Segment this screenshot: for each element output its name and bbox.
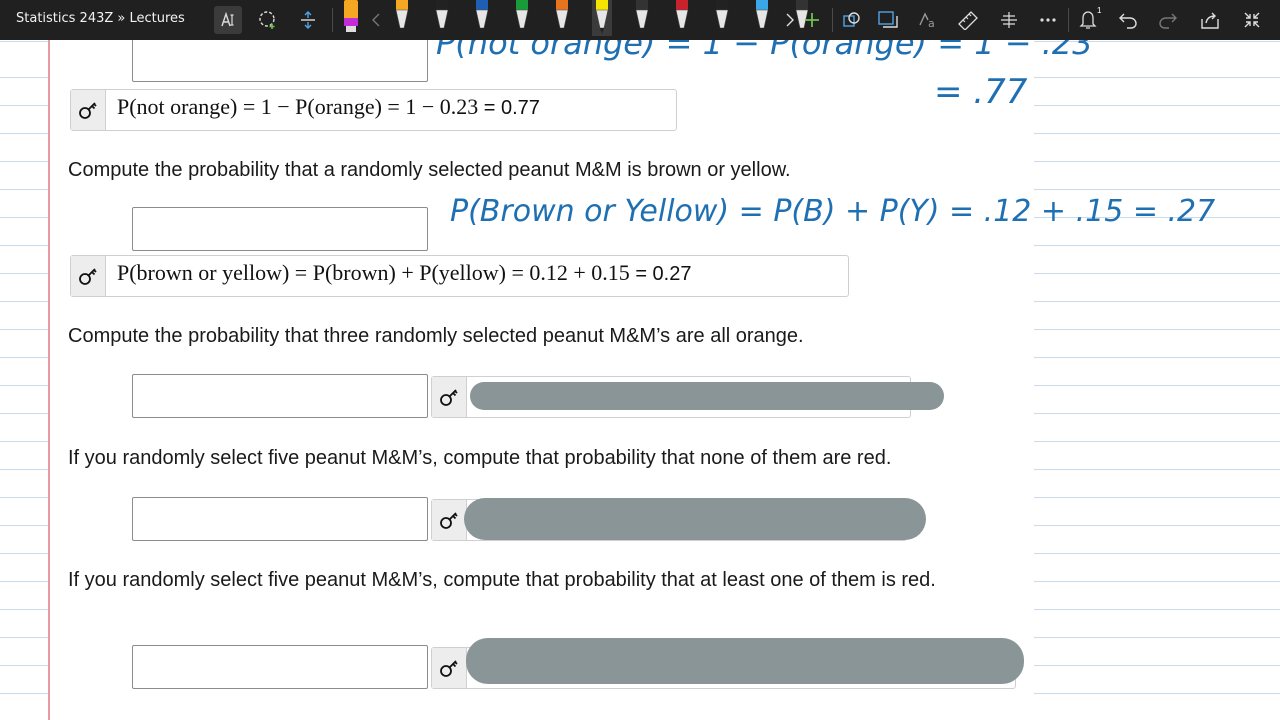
add-pen-icon[interactable] bbox=[798, 6, 826, 34]
question-at-least-one-red: If you randomly select five peanut M&M’s… bbox=[68, 569, 936, 591]
pen-icon[interactable] bbox=[392, 0, 412, 36]
key-icon[interactable] bbox=[432, 500, 467, 540]
pen-icon[interactable] bbox=[432, 0, 452, 36]
pen-icon[interactable] bbox=[512, 0, 532, 36]
breadcrumb[interactable]: Statistics 243Z » Lectures bbox=[16, 11, 185, 26]
key-icon[interactable] bbox=[71, 90, 106, 130]
pen-icon[interactable] bbox=[592, 0, 612, 36]
answer-key-not-orange: P(not orange) = 1 − P(orange) = 1 − 0.23… bbox=[70, 89, 677, 131]
formula-not-orange: P(not orange) = 1 − P(orange) = 1 − 0.23… bbox=[117, 94, 540, 120]
key-icon[interactable] bbox=[432, 648, 467, 688]
formula-expression: P(not orange) = 1 − P(orange) = 1 − 0.23 bbox=[117, 94, 479, 119]
answer-input-brown-or-yellow[interactable] bbox=[132, 207, 428, 251]
chevron-left-icon[interactable] bbox=[362, 6, 390, 34]
ink-to-shape-icon[interactable] bbox=[838, 6, 866, 34]
ink-redaction bbox=[470, 382, 944, 410]
ink-redaction bbox=[466, 638, 1024, 684]
svg-text:a: a bbox=[928, 17, 935, 30]
replay-ink-icon[interactable] bbox=[995, 6, 1023, 34]
ruler-icon[interactable] bbox=[954, 6, 982, 34]
more-options-icon[interactable] bbox=[1034, 6, 1062, 34]
answer-key-brown-or-yellow: P(brown or yellow) = P(brown) + P(yellow… bbox=[70, 255, 849, 297]
webpage-content: P(not orange) = 1 − P(orange) = 1 − 0.23… bbox=[50, 40, 1034, 720]
lasso-text-select-icon[interactable] bbox=[214, 6, 242, 34]
answer-input-none-red[interactable] bbox=[132, 497, 428, 541]
highlighter-orange-icon[interactable] bbox=[341, 0, 361, 36]
pen-icon[interactable] bbox=[752, 0, 772, 36]
question-brown-or-yellow: Compute the probability that a randomly … bbox=[68, 159, 791, 181]
pen-icon[interactable] bbox=[632, 0, 652, 36]
ink-to-math-icon[interactable]: a bbox=[914, 6, 942, 34]
onenote-toolbar: Statistics 243Z » Lectures a 1 bbox=[0, 0, 1280, 40]
formula-answer: = 0.27 bbox=[635, 263, 692, 285]
collapse-fullscreen-icon[interactable] bbox=[1238, 6, 1266, 34]
ink-redaction bbox=[464, 498, 926, 540]
ink-to-text-icon[interactable] bbox=[874, 6, 902, 34]
ink-not-orange: P(not orange) = 1 − P(orange) = 1 − .23 bbox=[436, 40, 1093, 62]
answer-input-not-orange[interactable] bbox=[132, 40, 428, 82]
lasso-select-icon[interactable] bbox=[254, 6, 282, 34]
pen-icon[interactable] bbox=[472, 0, 492, 36]
ink-brown-or-yellow: P(Brown or Yellow) = P(B) + P(Y) = .12 +… bbox=[450, 194, 1216, 229]
formula-answer: = 0.77 bbox=[483, 97, 540, 119]
key-icon[interactable] bbox=[432, 377, 467, 417]
pen-icon[interactable] bbox=[672, 0, 692, 36]
question-none-red: If you randomly select five peanut M&M’s… bbox=[68, 447, 892, 469]
formula-expression: P(brown or yellow) = P(brown) + P(yellow… bbox=[117, 260, 630, 285]
ink-not-orange-result: = .77 bbox=[934, 72, 1028, 112]
key-icon[interactable] bbox=[71, 256, 106, 296]
add-space-icon[interactable] bbox=[294, 6, 322, 34]
pen-icon[interactable] bbox=[552, 0, 572, 36]
formula-brown-or-yellow: P(brown or yellow) = P(brown) + P(yellow… bbox=[117, 260, 691, 286]
pen-icon[interactable] bbox=[712, 0, 732, 36]
notebook-page: P(not orange) = 1 − P(orange) = 1 − 0.23… bbox=[0, 40, 1280, 720]
undo-icon[interactable] bbox=[1114, 6, 1142, 34]
answer-input-three-orange[interactable] bbox=[132, 374, 428, 418]
answer-input-at-least-one-red[interactable] bbox=[132, 645, 428, 689]
question-three-orange: Compute the probability that three rando… bbox=[68, 325, 804, 347]
share-icon[interactable] bbox=[1196, 6, 1224, 34]
redo-icon[interactable] bbox=[1154, 6, 1182, 34]
notification-count: 1 bbox=[1097, 6, 1102, 15]
